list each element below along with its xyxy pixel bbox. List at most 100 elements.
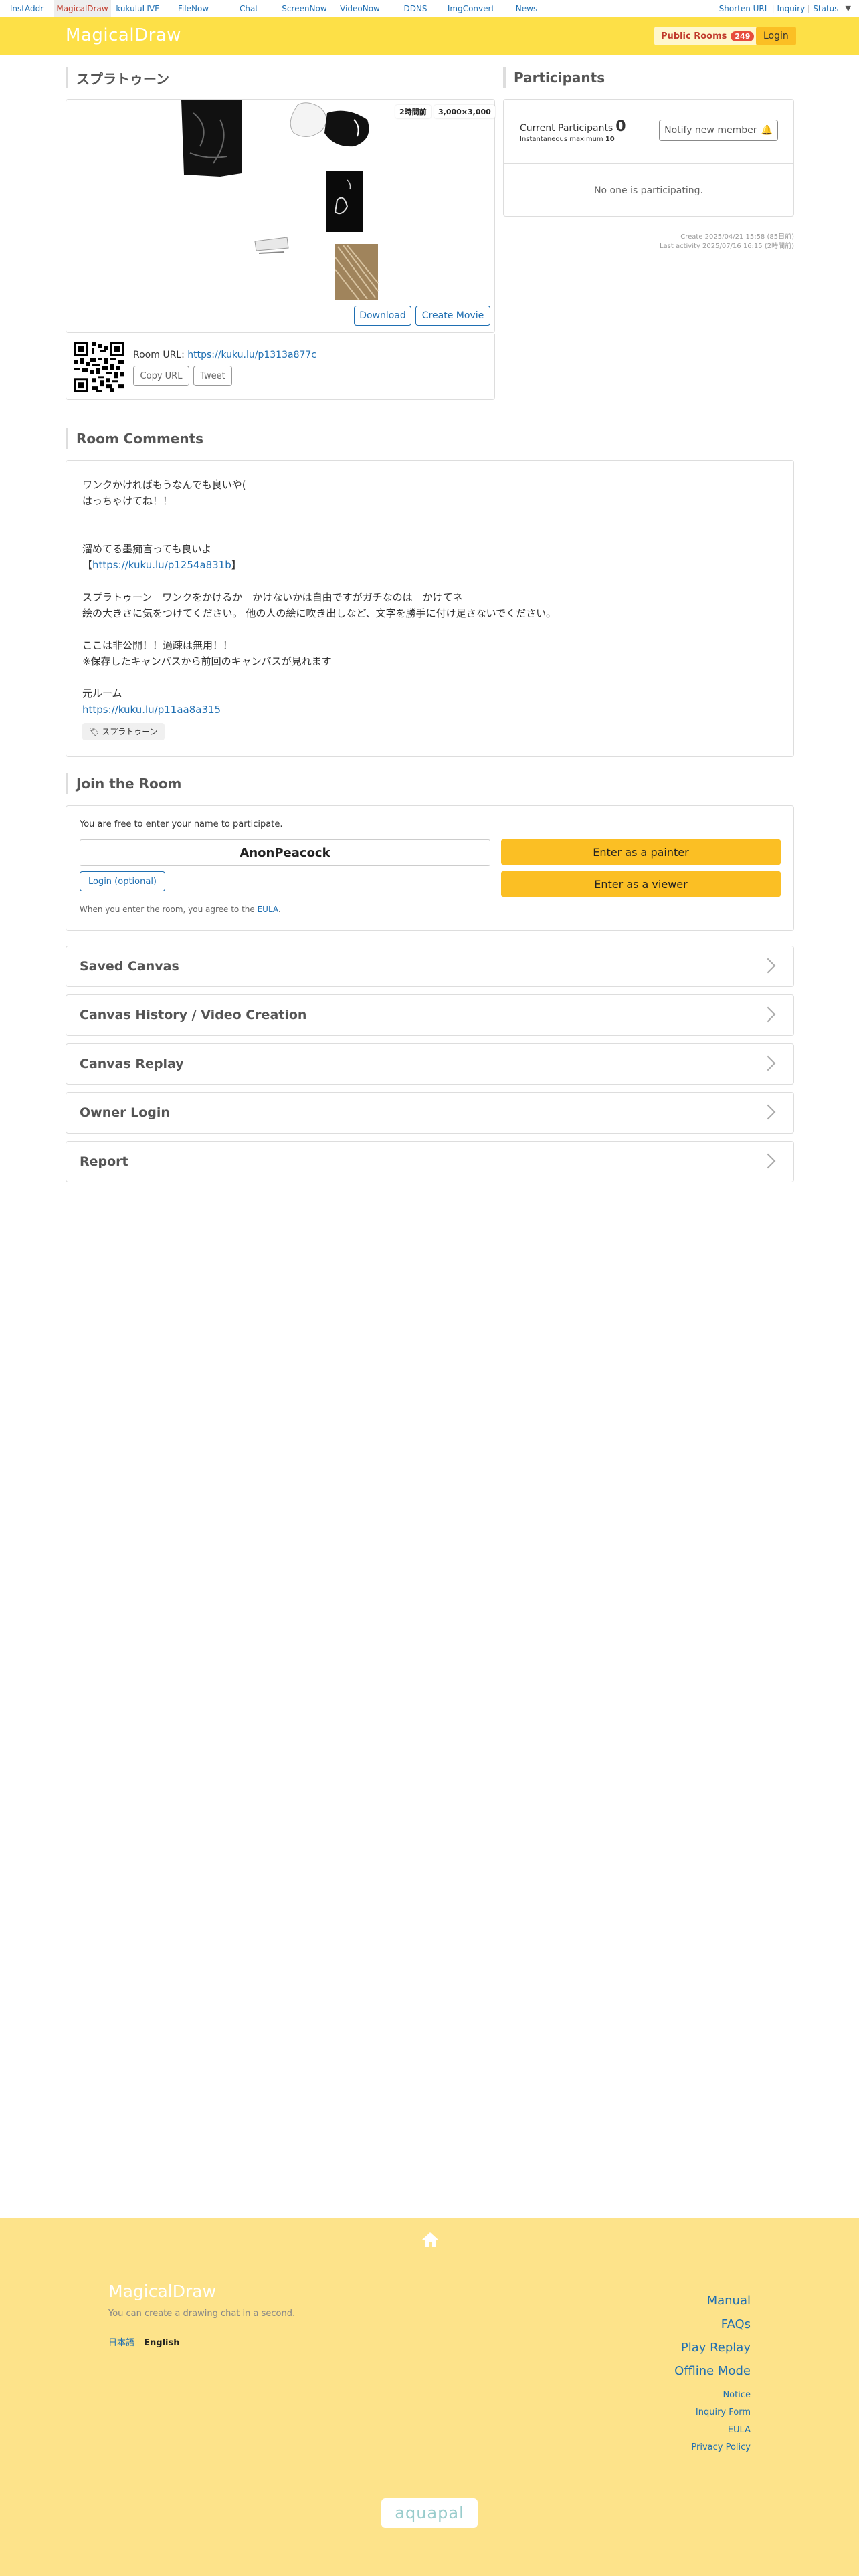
service-instaddr[interactable]: InstAddr bbox=[0, 0, 54, 17]
service-kukululive[interactable]: kukuluLIVE bbox=[111, 0, 165, 17]
room-url-link[interactable]: https://kuku.lu/p1313a877c bbox=[187, 350, 316, 360]
participants-title: Participants bbox=[503, 67, 605, 88]
tweet-button[interactable]: Tweet bbox=[193, 366, 232, 386]
service-imgconvert[interactable]: ImgConvert bbox=[444, 0, 498, 17]
comment-line: 溜めてる墨痴言っても良いよ bbox=[82, 543, 212, 555]
language-japanese[interactable]: 日本語 bbox=[108, 2338, 134, 2348]
current-participants: Current Participants 0 bbox=[520, 118, 626, 135]
notify-label: Notify new member bbox=[664, 125, 757, 136]
room-url-text: Room URL: https://kuku.lu/p1313a877c bbox=[133, 350, 316, 360]
login-optional-button[interactable]: Login (optional) bbox=[80, 871, 165, 891]
service-ddns[interactable]: DDNS bbox=[387, 0, 444, 17]
canvas-preview-panel: 2時間前 3,000×3,000 Download Create Movie bbox=[66, 99, 495, 333]
aquapal-logo[interactable]: aquapal bbox=[381, 2498, 478, 2528]
service-filenow[interactable]: FileNow bbox=[165, 0, 222, 17]
comment-link[interactable]: https://kuku.lu/p11aa8a315 bbox=[82, 704, 221, 716]
comment-line: ワンクかければもうなんでも良いや( bbox=[82, 479, 246, 491]
comment-line: ※保存したキャンバスから前回のキャンバスが見れます bbox=[82, 655, 332, 667]
service-news[interactable]: News bbox=[498, 0, 555, 17]
tag-icon: 🏷 bbox=[89, 727, 100, 736]
service-nav: InstAddr MagicalDraw kukuluLIVE FileNow … bbox=[0, 0, 859, 17]
footer-logo[interactable]: MagicalDraw bbox=[108, 2282, 216, 2301]
notify-new-member-button[interactable]: Notify new member 🔔 bbox=[659, 120, 778, 141]
chevron-down-icon[interactable]: ▼ bbox=[846, 4, 851, 13]
public-rooms-label: Public Rooms bbox=[661, 31, 727, 41]
enter-as-viewer-button[interactable]: Enter as a viewer bbox=[501, 871, 781, 897]
accordion-label: Saved Canvas bbox=[80, 959, 179, 974]
report-accordion[interactable]: Report bbox=[66, 1141, 794, 1182]
room-info-panel: Room URL: https://kuku.lu/p1313a877c Cop… bbox=[66, 334, 495, 400]
footer-link-manual[interactable]: Manual bbox=[707, 2294, 751, 2308]
comment-line: スプラトゥーン ワンクをかけるか かけないかは自由ですがガチなのは かけてネ bbox=[82, 591, 463, 603]
public-rooms-count-badge: 249 bbox=[731, 31, 755, 41]
service-videonow[interactable]: VideoNow bbox=[333, 0, 387, 17]
public-rooms-button[interactable]: Public Rooms 249 bbox=[654, 27, 761, 45]
footer-link-faqs[interactable]: FAQs bbox=[721, 2317, 751, 2331]
site-footer: MagicalDraw You can create a drawing cha… bbox=[0, 2218, 859, 2576]
shorten-url-link[interactable]: Shorten URL bbox=[719, 4, 769, 13]
saved-canvas-accordion[interactable]: Saved Canvas bbox=[66, 946, 794, 987]
status-link[interactable]: Status bbox=[813, 4, 838, 13]
room-comments-panel: ワンクかければもうなんでも良いや( はっちゃけてね！！ 溜めてる墨痴言っても良い… bbox=[66, 460, 794, 757]
canvas-history-accordion[interactable]: Canvas History / Video Creation bbox=[66, 994, 794, 1036]
size-badge: 3,000×3,000 bbox=[434, 105, 495, 118]
language-english[interactable]: English bbox=[144, 2338, 179, 2348]
footer-link-notice[interactable]: Notice bbox=[723, 2390, 751, 2400]
footer-link-offline-mode[interactable]: Offline Mode bbox=[674, 2364, 751, 2378]
room-url-label: Room URL: bbox=[133, 350, 188, 360]
footer-tagline: You can create a drawing chat in a secon… bbox=[108, 2309, 296, 2319]
chevron-right-icon bbox=[760, 1104, 776, 1120]
chevron-right-icon bbox=[760, 1055, 776, 1071]
comment-line: はっちゃけてね！！ bbox=[82, 495, 173, 507]
footer-link-eula[interactable]: EULA bbox=[728, 2425, 751, 2435]
join-room-panel: You are free to enter your name to parti… bbox=[66, 805, 794, 931]
participants-panel: Current Participants 0 Instantaneous maxi… bbox=[503, 99, 794, 217]
participants-summary: Current Participants 0 Instantaneous maxi… bbox=[504, 100, 793, 164]
canvas-preview[interactable]: 2時間前 3,000×3,000 Download Create Movie bbox=[66, 100, 495, 334]
footer-link-privacy-policy[interactable]: Privacy Policy bbox=[691, 2442, 751, 2452]
login-button[interactable]: Login bbox=[756, 27, 796, 45]
service-chat[interactable]: Chat bbox=[222, 0, 276, 17]
comment-line: 元ルーム bbox=[82, 687, 122, 700]
separator: | bbox=[807, 3, 811, 13]
owner-login-accordion[interactable]: Owner Login bbox=[66, 1092, 794, 1134]
room-tag[interactable]: 🏷 スプラトゥーン bbox=[82, 723, 165, 740]
download-button[interactable]: Download bbox=[354, 306, 411, 326]
bell-icon: 🔔 bbox=[761, 125, 773, 136]
created-date: Create 2025/04/21 15:58 (85日前) bbox=[680, 233, 794, 241]
topnav-right: Shorten URL | Inquiry | Status ▼ bbox=[719, 0, 851, 17]
tag-label: スプラトゥーン bbox=[102, 727, 158, 736]
chevron-right-icon bbox=[760, 1006, 776, 1023]
qr-code-icon bbox=[74, 342, 124, 392]
comment-link[interactable]: https://kuku.lu/p1254a831b bbox=[92, 559, 231, 571]
footer-link-inquiry-form[interactable]: Inquiry Form bbox=[696, 2407, 751, 2418]
eula-link[interactable]: EULA bbox=[258, 905, 278, 914]
home-icon[interactable] bbox=[421, 2231, 439, 2248]
service-magicaldraw[interactable]: MagicalDraw bbox=[54, 0, 111, 17]
canvas-thumbnail bbox=[181, 100, 379, 301]
copy-url-button[interactable]: Copy URL bbox=[133, 366, 189, 386]
create-movie-button[interactable]: Create Movie bbox=[415, 306, 490, 326]
service-screennow[interactable]: ScreenNow bbox=[276, 0, 333, 17]
accordion-label: Canvas History / Video Creation bbox=[80, 1008, 307, 1023]
accordion-label: Owner Login bbox=[80, 1105, 170, 1120]
room-dates: Create 2025/04/21 15:58 (85日前) Last acti… bbox=[660, 233, 794, 251]
comment-line: 絵の大きさに気をつけてください。 他の人の絵に吹き出しなど、文字を勝手に付け足さ… bbox=[82, 607, 557, 619]
inquiry-link[interactable]: Inquiry bbox=[777, 4, 805, 13]
site-header: MagicalDraw Public Rooms 249 Login bbox=[0, 17, 859, 55]
enter-as-painter-button[interactable]: Enter as a painter bbox=[501, 839, 781, 865]
room-comments-body: ワンクかければもうなんでも良いや( はっちゃけてね！！ 溜めてる墨痴言っても良い… bbox=[82, 477, 556, 740]
chevron-right-icon bbox=[760, 1153, 776, 1169]
room-comments-title: Room Comments bbox=[66, 428, 203, 449]
site-logo[interactable]: MagicalDraw bbox=[66, 25, 181, 45]
footer-link-play-replay[interactable]: Play Replay bbox=[681, 2341, 751, 2355]
name-input[interactable]: AnonPeacock bbox=[80, 839, 490, 866]
max-label: Instantaneous maximum bbox=[520, 136, 603, 143]
comment-line: 【https://kuku.lu/p1254a831b】 bbox=[82, 559, 242, 571]
canvas-replay-accordion[interactable]: Canvas Replay bbox=[66, 1043, 794, 1085]
instantaneous-maximum: Instantaneous maximum 10 bbox=[520, 136, 615, 143]
room-title: スプラトゥーン bbox=[66, 67, 169, 88]
accordion-label: Canvas Replay bbox=[80, 1057, 184, 1071]
language-switch: 日本語 English bbox=[108, 2335, 180, 2348]
comment-line: ここは非公開！！過疎は無用！！ bbox=[82, 639, 233, 651]
